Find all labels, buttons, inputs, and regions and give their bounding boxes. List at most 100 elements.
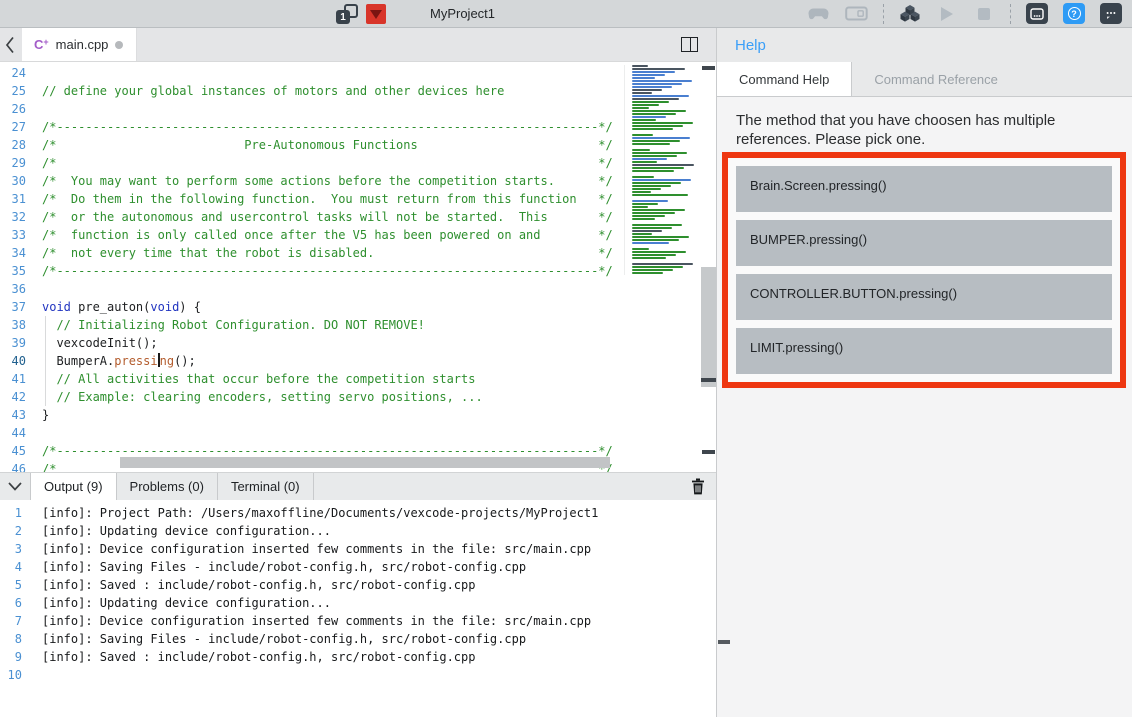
line-number: 41 [0, 370, 26, 388]
brain-icon[interactable] [845, 6, 868, 21]
console-line: 8[info]: Saving Files - include/robot-co… [0, 630, 716, 648]
panel-resize-grip[interactable] [718, 640, 730, 644]
code-line[interactable]: 34/* not every time that the robot is di… [0, 244, 716, 262]
code-line[interactable]: 32/* or the autonomous and usercontrol t… [0, 208, 716, 226]
vex-logo-icon[interactable] [366, 4, 386, 24]
code-line[interactable]: 25// define your global instances of mot… [0, 82, 716, 100]
console-line-text: [info]: Updating device configuration... [22, 522, 331, 540]
minimap-row [632, 209, 685, 211]
minimap-row [632, 257, 666, 259]
code-line[interactable]: 38 // Initializing Robot Configuration. … [0, 316, 716, 334]
bottom-tabs: Output (9)Problems (0)Terminal (0) [30, 473, 314, 500]
help-message: The method that you have choosen has mul… [736, 111, 1110, 149]
code-line[interactable]: 41 // All activities that occur before t… [0, 370, 716, 388]
code-line[interactable]: 35/*------------------------------------… [0, 262, 716, 280]
feedback-icon[interactable] [1100, 3, 1122, 24]
code-editor[interactable]: 2425// define your global instances of m… [0, 62, 716, 472]
console-line: 2[info]: Updating device configuration..… [0, 522, 716, 540]
code-line[interactable]: 30/* You may want to perform some action… [0, 172, 716, 190]
code-line[interactable]: 24 [0, 64, 716, 82]
editor-horizontal-scrollbar[interactable] [120, 457, 610, 468]
vertical-scrollbar-thumb[interactable] [701, 267, 716, 387]
code-line[interactable]: 31/* Do them in the following function. … [0, 190, 716, 208]
line-number: 32 [0, 208, 26, 226]
minimap-row [632, 170, 674, 172]
console-line-text: [info]: Saving Files - include/robot-con… [22, 630, 526, 648]
method-option[interactable]: BUMPER.pressing() [736, 220, 1112, 266]
minimap-row [632, 137, 690, 139]
line-number: 29 [0, 154, 26, 172]
toolbar-actions: ? [807, 0, 1132, 27]
code-line[interactable]: 28/* Pre-Autonomous Functions */ [0, 136, 716, 154]
help-tab[interactable]: Command Reference [852, 62, 1020, 96]
minimap-row [632, 116, 666, 118]
help-tab[interactable]: Command Help [717, 62, 852, 96]
minimap-row [632, 218, 655, 220]
minimap-row [632, 239, 679, 241]
device-info-icon[interactable] [1026, 3, 1048, 24]
code-line[interactable]: 43} [0, 406, 716, 424]
line-number: 28 [0, 136, 26, 154]
collapse-panel-chevron-icon[interactable] [0, 473, 30, 500]
code-line[interactable]: 33/* function is only called once after … [0, 226, 716, 244]
slot-1-icon[interactable]: 1 [336, 4, 358, 24]
minimap-row [632, 248, 649, 250]
code-line[interactable]: 26 [0, 100, 716, 118]
code-line[interactable]: 36 [0, 280, 716, 298]
minimap[interactable] [624, 65, 700, 275]
code-line[interactable]: 37void pre_auton(void) { [0, 298, 716, 316]
project-title: MyProject1 [430, 0, 495, 27]
stop-icon[interactable] [973, 8, 995, 20]
line-number: 45 [0, 442, 26, 460]
line-number: 40 [0, 352, 26, 370]
minimap-row [632, 101, 669, 103]
unsaved-changes-dot [115, 41, 123, 49]
panel-tab[interactable]: Problems (0) [117, 473, 218, 500]
help-icon[interactable]: ? [1063, 3, 1085, 24]
overview-ruler-mark [702, 66, 715, 70]
console-line-text: [info]: Saved : include/robot-config.h, … [22, 576, 475, 594]
minimap-row [632, 149, 650, 151]
build-icon[interactable] [899, 5, 921, 22]
code-line[interactable]: 40 BumperA.pressing(); [0, 352, 716, 370]
code-line[interactable]: 29/* */ [0, 154, 716, 172]
console-lines: 1[info]: Project Path: /Users/maxoffline… [0, 504, 716, 684]
minimap-row [632, 251, 686, 253]
line-number: 25 [0, 82, 26, 100]
clear-output-trash-icon[interactable] [691, 478, 705, 500]
code-lines: 2425// define your global instances of m… [0, 64, 716, 472]
code-line[interactable]: 27/*------------------------------------… [0, 118, 716, 136]
minimap-row [632, 188, 661, 190]
console-line-text: [info]: Device configuration inserted fe… [22, 540, 591, 558]
tab-main-cpp[interactable]: C+ main.cpp [22, 28, 137, 61]
controller-icon[interactable] [807, 7, 830, 21]
method-option[interactable]: LIMIT.pressing() [736, 328, 1112, 374]
output-console[interactable]: 1[info]: Project Path: /Users/maxoffline… [0, 500, 716, 717]
console-line: 5[info]: Saved : include/robot-config.h,… [0, 576, 716, 594]
split-editor-icon[interactable] [681, 37, 698, 52]
console-line-number: 9 [0, 648, 22, 666]
minimap-row [632, 266, 683, 268]
back-chevron-icon[interactable] [0, 28, 20, 61]
minimap-row [632, 83, 682, 85]
code-line[interactable]: 44 [0, 424, 716, 442]
method-option[interactable]: CONTROLLER.BUTTON.pressing() [736, 274, 1112, 320]
console-line: 7[info]: Device configuration inserted f… [0, 612, 716, 630]
minimap-row [632, 128, 673, 130]
console-line: 9[info]: Saved : include/robot-config.h,… [0, 648, 716, 666]
minimap-row [632, 89, 662, 91]
method-option[interactable]: Brain.Screen.pressing() [736, 166, 1112, 212]
run-icon[interactable] [936, 7, 958, 21]
panel-tab[interactable]: Terminal (0) [218, 473, 314, 500]
code-line[interactable]: 42 // Example: clearing encoders, settin… [0, 388, 716, 406]
panel-tab[interactable]: Output (9) [30, 473, 117, 500]
code-line[interactable]: 39 vexcodeInit(); [0, 334, 716, 352]
minimap-row [632, 95, 689, 97]
console-line-number: 6 [0, 594, 22, 612]
line-number: 36 [0, 280, 26, 298]
line-number: 30 [0, 172, 26, 190]
minimap-row [632, 86, 672, 88]
minimap-row [632, 71, 675, 73]
editor-vertical-scrollbar[interactable] [701, 62, 716, 472]
console-line-text: [info]: Saving Files - include/robot-con… [22, 558, 526, 576]
